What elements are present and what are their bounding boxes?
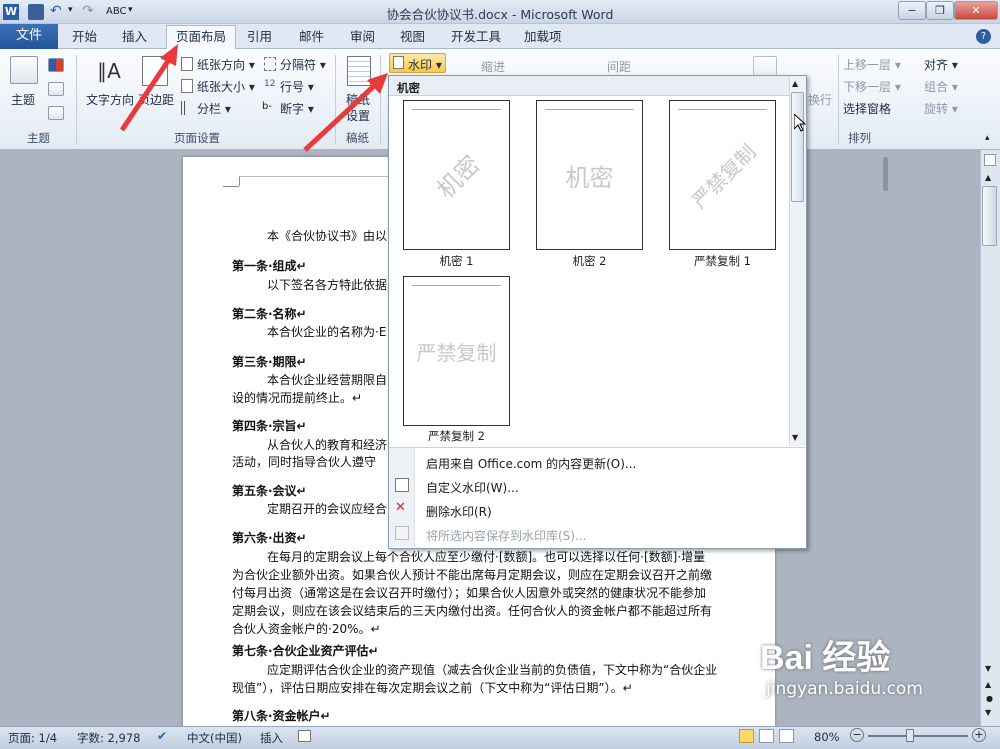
scroll-up-icon[interactable]: ▲ (985, 173, 991, 182)
annotation-arrow-to-layout-tab (119, 56, 173, 132)
zoom-in-icon[interactable]: + (972, 728, 986, 742)
status-insert-mode[interactable]: 插入 (260, 730, 283, 746)
page-scroll-marker (883, 157, 888, 191)
next-page-icon[interactable]: ▼ (985, 708, 991, 717)
status-page-count[interactable]: 页面: 1/4 (8, 730, 57, 746)
zoom-out-icon[interactable]: − (850, 728, 864, 742)
baidu-url: jingyan.baidu.com (766, 679, 923, 699)
browse-object-icon[interactable]: ● (986, 694, 993, 703)
view-print-layout-icon[interactable] (739, 729, 754, 743)
ruler-toggle-icon[interactable] (984, 154, 996, 166)
previous-page-icon[interactable]: ▲ (985, 680, 991, 689)
proofing-icon[interactable]: ✔ (157, 729, 167, 743)
annotation-arrow-to-watermark (303, 83, 377, 152)
baidu-logo-text: Bai 经验 (760, 639, 891, 677)
view-full-screen-icon[interactable] (759, 729, 774, 743)
macro-record-icon[interactable] (298, 730, 311, 742)
zoom-slider-thumb[interactable] (906, 729, 914, 742)
zoom-level[interactable]: 80% (814, 730, 840, 744)
status-word-count[interactable]: 字数: 2,978 (77, 730, 140, 746)
scroll-down-icon[interactable]: ▼ (985, 664, 991, 673)
mouse-cursor (794, 114, 806, 132)
status-language[interactable]: 中文(中国) (187, 730, 242, 746)
zoom-slider-track[interactable] (868, 735, 968, 737)
baidu-jingyan-watermark: Bai 经验 jingyan.baidu.com (760, 630, 923, 699)
view-web-layout-icon[interactable] (779, 729, 794, 743)
scroll-thumb[interactable] (982, 186, 997, 246)
